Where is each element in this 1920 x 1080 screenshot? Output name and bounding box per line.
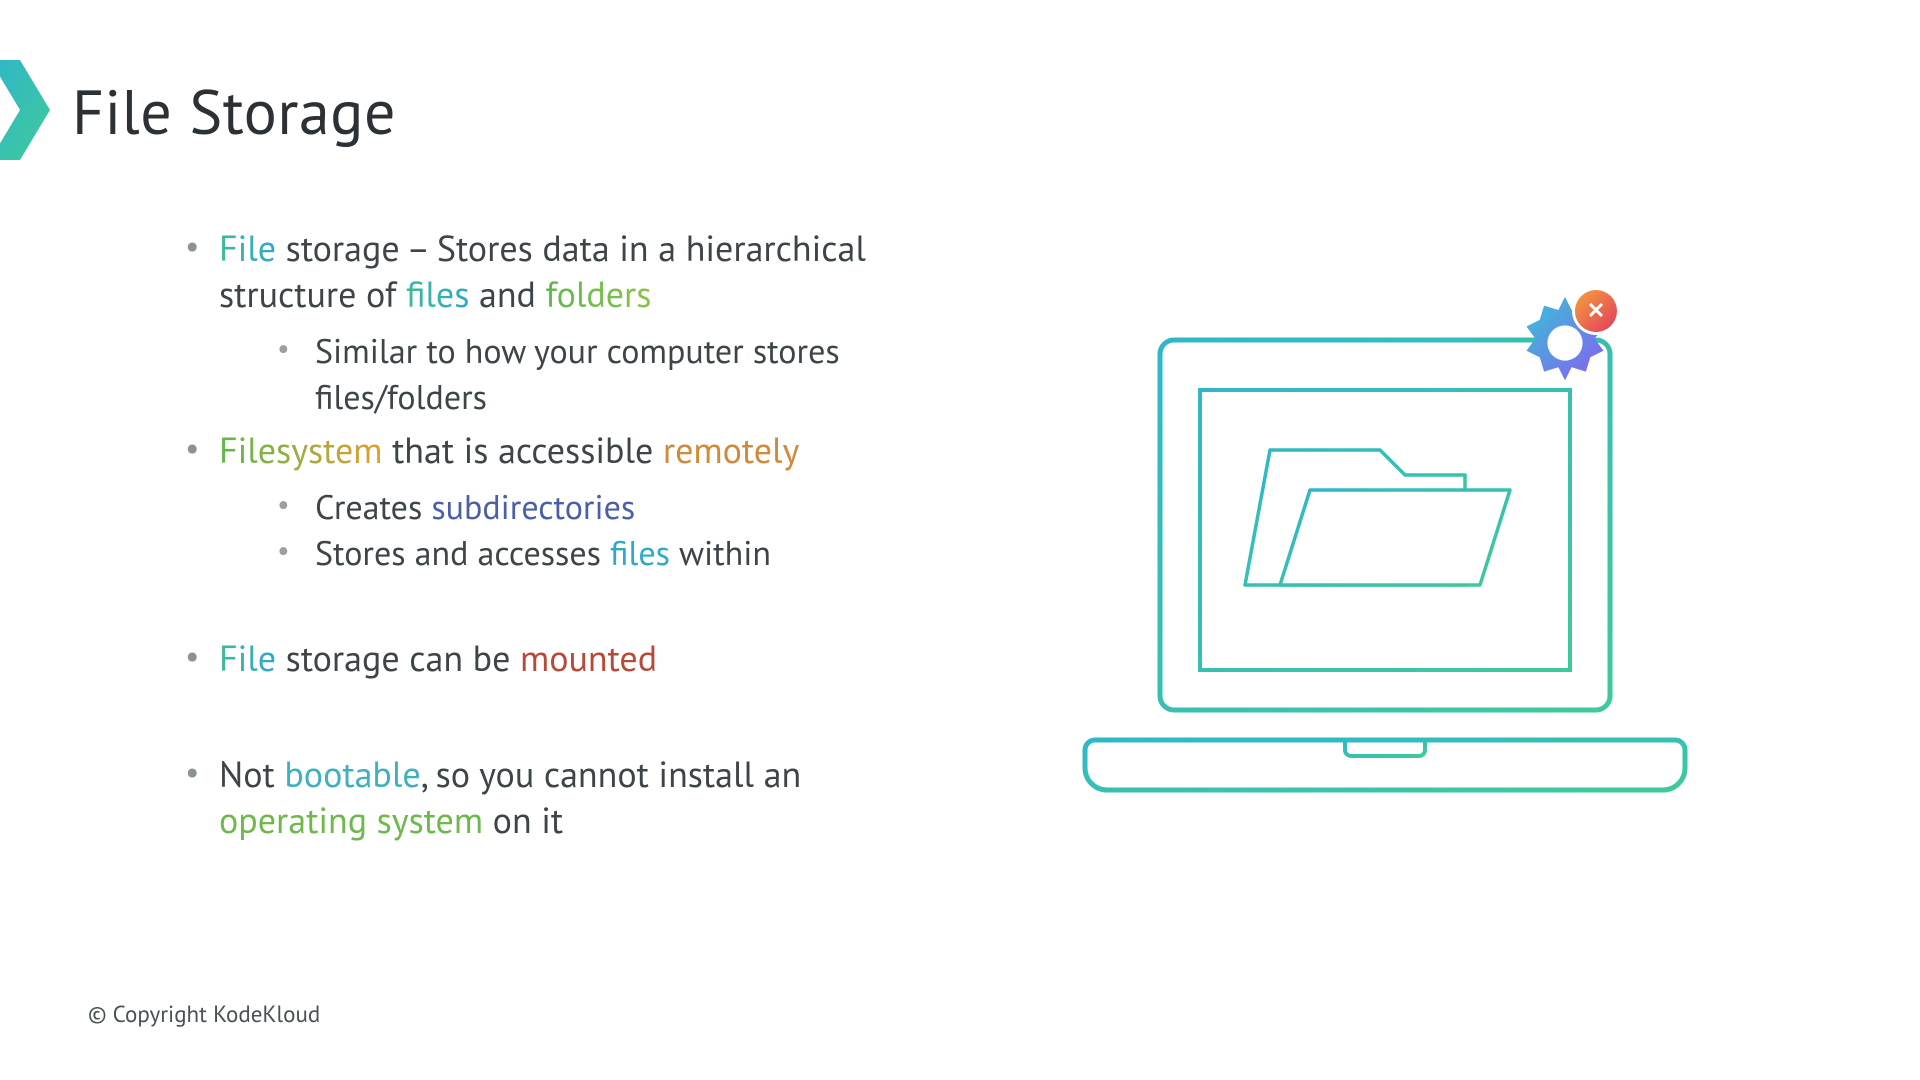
hl-file: File: [219, 224, 276, 271]
hl-files-2: files: [610, 531, 670, 575]
hl-subdirectories: subdirectories: [431, 485, 635, 529]
hl-remotely: remotely: [663, 426, 799, 473]
hl-os: operating system: [219, 796, 483, 843]
hl-mounted: mounted: [520, 634, 657, 681]
hl-filesystem: Filesystem: [219, 426, 382, 473]
page-title: File Storage: [72, 72, 396, 152]
copyright-text: © Copyright KodeKloud: [88, 1000, 320, 1029]
close-icon: ✕: [1575, 290, 1617, 332]
bullet-content: File storage – Stores data in a hierarch…: [175, 225, 955, 843]
chevron-icon: [0, 60, 60, 160]
bullet-2-sub-2: Stores and accesses files within: [267, 531, 955, 577]
bullet-1-sub-1: Similar to how your computer stores file…: [267, 329, 955, 421]
hl-files: files: [406, 270, 469, 317]
bullet-2-sub-1: Creates subdirectories: [267, 485, 955, 531]
hl-file-2: File: [219, 634, 276, 681]
slide: File Storage File storage – Stores data …: [0, 0, 1920, 1080]
bullet-4: Not bootable, so you cannot install an o…: [175, 751, 955, 843]
hl-bootable: bootable: [284, 750, 420, 797]
hl-folders: folders: [546, 270, 652, 317]
bullet-3: File storage can be mounted: [175, 635, 955, 681]
bullet-1: File storage – Stores data in a hierarch…: [175, 225, 955, 421]
bullet-2: Filesystem that is accessible remotely C…: [175, 427, 955, 577]
